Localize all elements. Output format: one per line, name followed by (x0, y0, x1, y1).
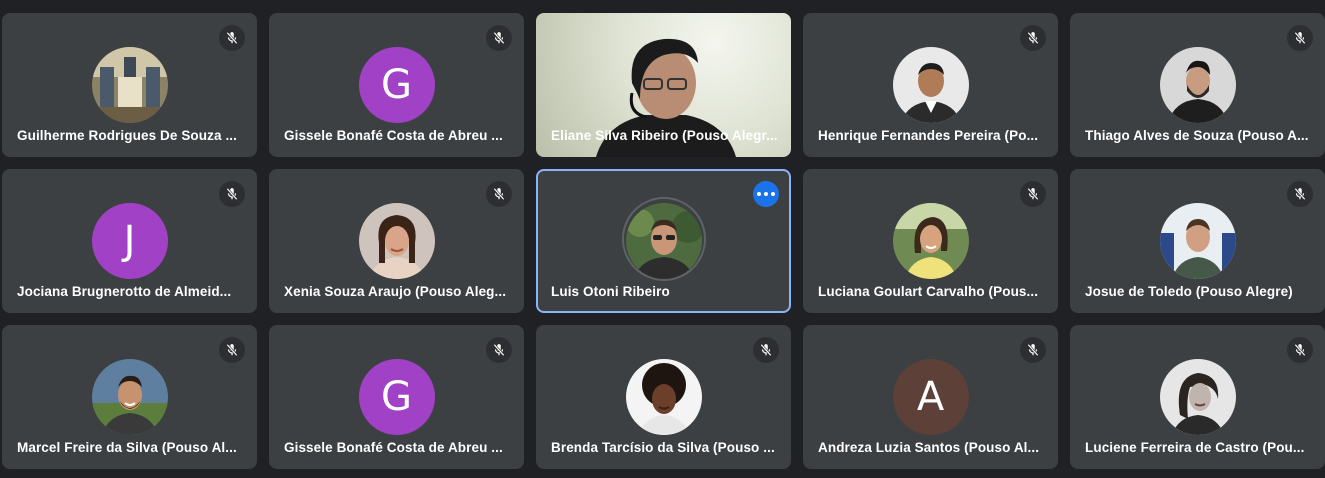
participant-name: Andreza Luzia Santos (Pouso Al... (818, 440, 1040, 455)
mic-muted-icon (1287, 337, 1313, 363)
mic-muted-icon (486, 181, 512, 207)
person-photo-icon (1159, 203, 1236, 279)
avatar (91, 359, 168, 435)
person-photo-icon (625, 359, 702, 435)
avatar-letter: G (381, 374, 412, 420)
participant-tile[interactable]: J Jociana Brugnerotto de Almeid... (2, 169, 257, 313)
person-photo-icon (1159, 47, 1236, 123)
avatar (892, 47, 969, 123)
avatar-initial: J (91, 203, 168, 279)
mic-muted-icon (219, 337, 245, 363)
avatar-letter: J (123, 218, 136, 264)
mic-muted-icon (1020, 337, 1046, 363)
participant-name: Brenda Tarcísio da Silva (Pouso ... (551, 440, 775, 455)
participant-tile[interactable]: A Andreza Luzia Santos (Pouso Al... (803, 325, 1058, 469)
mic-muted-icon (753, 337, 779, 363)
mic-muted-icon (219, 25, 245, 51)
participant-tile[interactable]: Luciene Ferreira de Castro (Pou... (1070, 325, 1325, 469)
avatar (625, 203, 702, 279)
avatar-initial: G (358, 359, 435, 435)
church-photo-icon (91, 47, 168, 123)
participant-name: Eliane Silva Ribeiro (Pouso Alegr... (551, 128, 778, 143)
person-photo-icon (358, 203, 435, 279)
participant-name: Henrique Fernandes Pereira (Po... (818, 128, 1039, 143)
avatar-letter: A (916, 374, 945, 420)
participant-name: Josue de Toledo (Pouso Alegre) (1085, 284, 1293, 299)
participant-name: Luciene Ferreira de Castro (Pou... (1085, 440, 1305, 455)
more-options-button[interactable] (753, 181, 779, 207)
participant-name: Luciana Goulart Carvalho (Pous... (818, 284, 1039, 299)
participant-name: Marcel Freire da Silva (Pouso Al... (17, 440, 237, 455)
participant-tile[interactable]: Josue de Toledo (Pouso Alegre) (1070, 169, 1325, 313)
participant-video-tile[interactable]: Eliane Silva Ribeiro (Pouso Alegr... (536, 13, 791, 157)
participant-name: Xenia Souza Araujo (Pouso Aleg... (284, 284, 507, 299)
participant-tile[interactable]: Marcel Freire da Silva (Pouso Al... (2, 325, 257, 469)
participant-tile-active[interactable]: Luis Otoni Ribeiro (536, 169, 791, 313)
avatar-letter: G (381, 62, 412, 108)
mic-muted-icon (219, 181, 245, 207)
avatar (1159, 47, 1236, 123)
participant-tile[interactable]: Brenda Tarcísio da Silva (Pouso ... (536, 325, 791, 469)
participant-tile[interactable]: G Gissele Bonafé Costa de Abreu ... (269, 13, 524, 157)
avatar (1159, 359, 1236, 435)
participant-name: Gissele Bonafé Costa de Abreu ... (284, 440, 503, 455)
mic-muted-icon (1287, 25, 1313, 51)
participant-name: Jociana Brugnerotto de Almeid... (17, 284, 232, 299)
mic-muted-icon (1287, 181, 1313, 207)
avatar-initial: G (358, 47, 435, 123)
participant-name: Thiago Alves de Souza (Pouso A... (1085, 128, 1309, 143)
participant-tile[interactable]: Henrique Fernandes Pereira (Po... (803, 13, 1058, 157)
avatar (358, 203, 435, 279)
mic-muted-icon (1020, 25, 1046, 51)
participant-grid: Guilherme Rodrigues De Souza ... G Gisse… (0, 13, 1325, 469)
participant-name: Luis Otoni Ribeiro (551, 284, 670, 299)
avatar (625, 359, 702, 435)
participant-tile[interactable]: G Gissele Bonafé Costa de Abreu ... (269, 325, 524, 469)
mic-muted-icon (486, 25, 512, 51)
person-photo-icon (1159, 359, 1236, 435)
person-photo-icon (892, 203, 969, 279)
participant-tile[interactable]: Luciana Goulart Carvalho (Pous... (803, 169, 1058, 313)
avatar (91, 47, 168, 123)
participant-tile[interactable]: Thiago Alves de Souza (Pouso A... (1070, 13, 1325, 157)
participant-tile[interactable]: Guilherme Rodrigues De Souza ... (2, 13, 257, 157)
person-photo-icon (91, 359, 168, 435)
person-photo-icon (892, 47, 969, 123)
participant-name: Gissele Bonafé Costa de Abreu ... (284, 128, 503, 143)
mic-muted-icon (486, 337, 512, 363)
avatar-initial: A (892, 359, 969, 435)
avatar (1159, 203, 1236, 279)
mic-muted-icon (1020, 181, 1046, 207)
avatar (892, 203, 969, 279)
participant-name: Guilherme Rodrigues De Souza ... (17, 128, 237, 143)
participant-tile[interactable]: Xenia Souza Araujo (Pouso Aleg... (269, 169, 524, 313)
person-photo-icon (625, 203, 702, 279)
